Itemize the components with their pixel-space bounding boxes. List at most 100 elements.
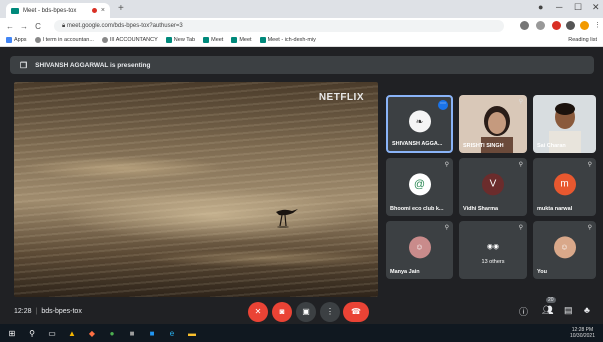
info-icon[interactable]: ⓘ xyxy=(519,305,528,318)
participant-name: Sai Charan xyxy=(537,143,566,149)
others-avatar-group: ◉◉ xyxy=(486,243,500,251)
account-icon[interactable]: ● xyxy=(538,2,543,12)
minimize-button[interactable]: ─ xyxy=(556,2,562,12)
meet-icon xyxy=(165,37,172,43)
chat-icon[interactable]: ▤ xyxy=(564,305,573,316)
meet-favicon-icon xyxy=(11,7,19,14)
bookmark-item[interactable]: Meet - ich-dexh-miy xyxy=(259,37,316,43)
activities-icon[interactable]: ♣ xyxy=(584,305,590,315)
present-screen-icon: ❐ xyxy=(20,60,28,70)
mic-off-icon: ⚲ xyxy=(518,99,523,105)
star-icon[interactable] xyxy=(536,21,545,30)
initial-avatar: V xyxy=(482,173,504,196)
camera-off-icon: ◙ xyxy=(279,307,285,316)
participant-count-badge: 20 xyxy=(546,297,556,303)
edge-icon[interactable]: e xyxy=(164,329,180,338)
bookmark-item[interactable]: I term in accountan... xyxy=(34,37,94,43)
present-button[interactable]: ▣ xyxy=(296,302,316,322)
forward-icon[interactable]: → xyxy=(20,22,28,31)
participant-name: Manya Jain xyxy=(390,269,420,275)
profile-avatar[interactable] xyxy=(580,21,589,30)
mic-toggle-button[interactable]: ✕ xyxy=(248,302,268,322)
puzzle-icon[interactable] xyxy=(566,21,575,30)
presenting-banner: ❐ SHIVANSH AGGARWAL is presenting xyxy=(10,56,594,74)
present-icon: ▣ xyxy=(302,307,310,316)
presentation-stage[interactable]: NETFLIX xyxy=(14,82,378,297)
camera-toggle-button[interactable]: ◙ xyxy=(272,302,292,322)
meet-icon xyxy=(231,37,238,43)
chrome-icon[interactable]: ● xyxy=(104,329,120,338)
presenter-avatar: ❧ xyxy=(408,110,431,133)
url-field[interactable]: 🔒︎ meet.google.com/bds-bpes-tox?authuser… xyxy=(54,20,504,32)
app-icon[interactable]: ▲ xyxy=(64,329,80,338)
maximize-button[interactable]: ☐ xyxy=(574,2,582,13)
meet-icon xyxy=(203,37,210,43)
extension-icon[interactable] xyxy=(552,21,561,30)
file-explorer-icon[interactable]: ▬ xyxy=(184,329,200,338)
more-options-button[interactable]: ⋮ xyxy=(320,302,340,322)
bookmark-item[interactable]: Apps xyxy=(6,37,27,43)
participant-tile[interactable]: ⚲ ☺ Manya Jain xyxy=(386,221,453,279)
bookmark-item[interactable]: III ACCOUNTANCY xyxy=(101,37,158,43)
mic-off-icon: ⚲ xyxy=(444,162,449,168)
participant-tile[interactable]: Sai Charan xyxy=(533,95,596,153)
app-icon[interactable]: ◆ xyxy=(84,329,100,338)
participant-name: You xyxy=(537,269,547,275)
meeting-info: 12:28 | bds-bpes-tox xyxy=(14,308,82,315)
key-icon[interactable] xyxy=(520,21,529,30)
more-vert-icon: ⋮ xyxy=(326,307,334,316)
reload-icon[interactable]: C xyxy=(34,22,42,31)
participant-tile[interactable]: ⚲ V Vidhi Sharma xyxy=(459,158,527,216)
window-close-button[interactable]: ✕ xyxy=(592,2,600,13)
participant-name: Vidhi Sharma xyxy=(463,206,499,212)
apps-icon xyxy=(6,37,12,43)
leave-call-button[interactable]: ☎ xyxy=(343,302,369,322)
photo-avatar: ☺ xyxy=(408,236,431,259)
mic-off-icon: ⚲ xyxy=(444,225,449,231)
others-count: 13 others xyxy=(481,259,505,265)
participant-name: Bhoomi eco club k... xyxy=(390,206,444,212)
bookmark-item[interactable]: Meet xyxy=(231,37,252,43)
mic-off-icon: ⚲ xyxy=(587,225,592,231)
heron-silhouette xyxy=(276,209,298,228)
hang-up-icon: ☎ xyxy=(351,307,361,316)
meeting-code: bds-bpes-tox xyxy=(41,308,82,315)
eco-club-logo-icon: @ xyxy=(408,173,431,196)
bookmark-item[interactable]: New Tab xyxy=(165,37,195,43)
participant-tile-self[interactable]: ⚲ ☺ You xyxy=(533,221,596,279)
app-icon[interactable]: ■ xyxy=(144,329,160,338)
menu-icon[interactable]: ⋮ xyxy=(594,21,603,30)
system-clock[interactable]: 12:28 PM 10/30/2021 xyxy=(570,327,595,339)
participant-tile-presenter[interactable]: ⋯ ❧ SHIVANSH AGGA... xyxy=(386,95,453,153)
participant-tile-others[interactable]: ⚲ ◉◉ 13 others xyxy=(459,221,527,279)
more-options-icon[interactable]: ⋯ xyxy=(438,100,448,110)
meet-icon xyxy=(259,37,266,43)
bookmark-item[interactable]: Meet xyxy=(203,37,223,43)
tab-close-button[interactable]: × xyxy=(101,7,105,14)
participant-name: mukta narwal xyxy=(537,206,573,212)
mic-off-icon: ⚲ xyxy=(518,162,523,168)
participant-tile[interactable]: ⚲ @ Bhoomi eco club k... xyxy=(386,158,453,216)
mic-off-icon: ⚲ xyxy=(518,225,523,231)
mic-off-icon: ⚲ xyxy=(587,162,592,168)
search-icon[interactable]: ⚲ xyxy=(24,329,40,338)
tab-meet[interactable]: Meet - bds-bpes-tox × xyxy=(6,3,110,18)
people-icon[interactable]: 👥︎ xyxy=(542,305,553,316)
back-icon[interactable]: ← xyxy=(6,22,14,31)
presenting-text: SHIVANSH AGGARWAL is presenting xyxy=(35,61,151,69)
clock-date: 10/30/2021 xyxy=(569,333,595,339)
url-text: meet.google.com/bds-bpes-tox?authuser=3 xyxy=(66,23,183,29)
windows-start-icon[interactable]: ⊞ xyxy=(4,329,20,338)
participant-tile[interactable]: ⚲ m mukta narwal xyxy=(533,158,596,216)
app-icon[interactable]: ■ xyxy=(124,329,140,338)
task-view-icon[interactable]: ▭ xyxy=(44,329,60,338)
new-tab-button[interactable]: + xyxy=(118,3,124,14)
meet-area: ❐ SHIVANSH AGGARWAL is presenting NETFLI… xyxy=(0,47,603,324)
participant-name: SRISHTI SINGH xyxy=(463,143,504,149)
recording-dot-icon xyxy=(91,8,97,13)
globe-icon xyxy=(34,37,41,43)
mic-off-icon: ✕ xyxy=(254,307,262,316)
reading-list-button[interactable]: Reading list xyxy=(568,37,597,43)
address-bar-row: ← → C 🔒︎ meet.google.com/bds-bpes-tox?au… xyxy=(0,18,603,34)
participant-tile[interactable]: ⚲ SRISHTI SINGH xyxy=(459,95,527,153)
